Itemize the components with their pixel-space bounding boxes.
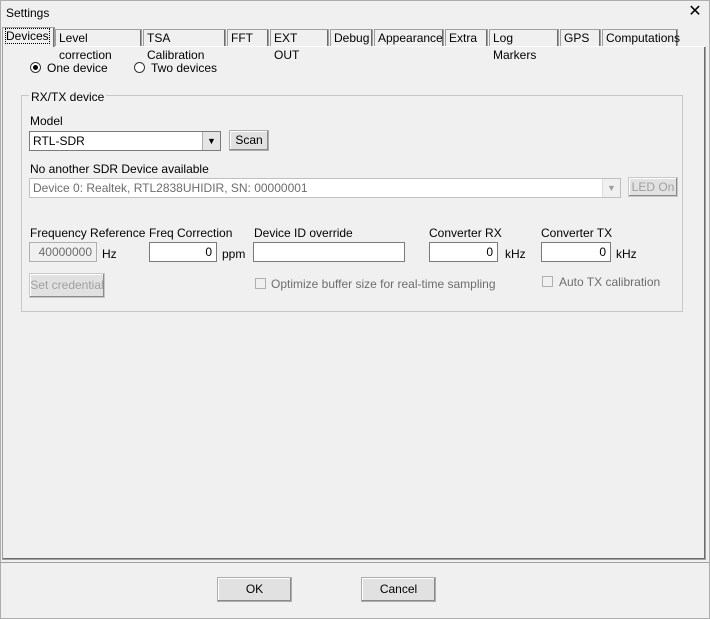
freq-ref-label: Frequency Reference xyxy=(30,226,146,240)
auto-tx-label: Auto TX calibration xyxy=(559,275,661,289)
device-id-label: Device ID override xyxy=(254,226,353,240)
freq-ref-unit: Hz xyxy=(102,247,117,261)
freq-corr-label: Freq Correction xyxy=(149,226,233,240)
device-select-value: Device 0: Realtek, RTL2838UHIDIR, SN: 00… xyxy=(33,181,308,195)
freq-corr-input[interactable]: 0 xyxy=(149,242,217,262)
freq-corr-unit: ppm xyxy=(222,247,246,261)
device-status: No another SDR Device available xyxy=(30,162,209,176)
tab-fft[interactable]: FFT xyxy=(227,29,269,46)
cancel-button[interactable]: Cancel xyxy=(361,577,436,602)
radio-two-devices[interactable] xyxy=(134,62,145,73)
rxtx-group-label: RX/TX device xyxy=(29,90,107,104)
tab-level-correction[interactable]: Level correction xyxy=(55,29,142,62)
converter-rx-unit: kHz xyxy=(505,247,526,261)
window-title: Settings xyxy=(6,6,50,20)
tab-debug[interactable]: Debug xyxy=(330,29,373,46)
ok-button[interactable]: OK xyxy=(217,577,292,602)
tab-extra[interactable]: Extra xyxy=(445,29,488,46)
chevron-down-icon: ▼ xyxy=(202,132,220,150)
converter-rx-label: Converter RX xyxy=(429,226,502,240)
tab-devices[interactable]: Devices xyxy=(2,27,55,47)
tab-log-markers[interactable]: Log Markers xyxy=(489,29,559,62)
device-id-input[interactable] xyxy=(253,242,405,262)
tab-gps[interactable]: GPS xyxy=(560,29,601,46)
model-select[interactable]: RTL-SDR ▼ xyxy=(29,131,221,151)
freq-ref-input: 40000000 xyxy=(29,242,97,262)
converter-rx-input[interactable]: 0 xyxy=(429,242,498,262)
optimize-buffer-checkbox xyxy=(255,278,266,289)
device-select: Device 0: Realtek, RTL2838UHIDIR, SN: 00… xyxy=(29,178,621,198)
model-select-value: RTL-SDR xyxy=(33,134,85,148)
tab-computations[interactable]: Computations xyxy=(602,29,680,46)
converter-tx-label: Converter TX xyxy=(541,226,613,240)
radio-one-device-label: One device xyxy=(47,61,108,75)
converter-tx-unit: kHz xyxy=(616,247,637,261)
scan-button[interactable]: Scan xyxy=(229,130,269,151)
set-credential-button: Set credential xyxy=(29,273,105,298)
optimize-buffer-label: Optimize buffer size for real-time sampl… xyxy=(271,277,496,291)
close-icon[interactable]: ✕ xyxy=(684,2,706,22)
led-on-button: LED On xyxy=(628,177,678,197)
tab-appearance[interactable]: Appearance xyxy=(374,29,444,46)
radio-two-devices-label: Two devices xyxy=(151,61,218,75)
tab-ext-out[interactable]: EXT OUT xyxy=(270,29,329,62)
radio-one-device[interactable] xyxy=(30,62,41,73)
footer-divider xyxy=(0,562,710,563)
tab-bar: Devices Level correction TSA Calibration… xyxy=(2,27,708,62)
auto-tx-checkbox xyxy=(542,276,553,287)
chevron-down-icon: ▼ xyxy=(602,179,620,197)
model-label: Model xyxy=(30,114,63,128)
tab-tsa-calibration[interactable]: TSA Calibration xyxy=(143,29,226,62)
converter-tx-input[interactable]: 0 xyxy=(541,242,611,262)
